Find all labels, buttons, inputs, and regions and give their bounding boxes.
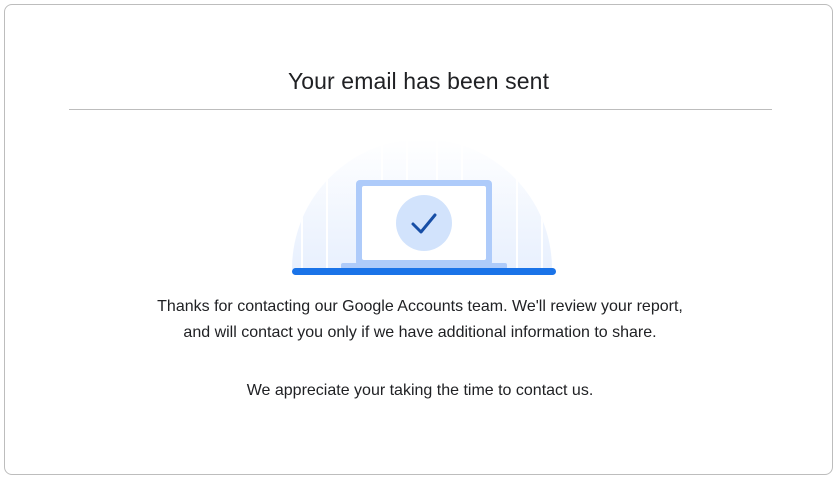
confirmation-card: Your email has been sent Thanks for cont… [4, 4, 833, 475]
dialog-title: Your email has been sent [287, 68, 550, 94]
appreciation-message: We appreciate your taking the time to co… [246, 382, 594, 399]
title-divider [69, 109, 772, 110]
laptop-checkmark-icon [292, 141, 556, 275]
confirmation-message: Thanks for contacting our Google Account… [157, 298, 683, 341]
